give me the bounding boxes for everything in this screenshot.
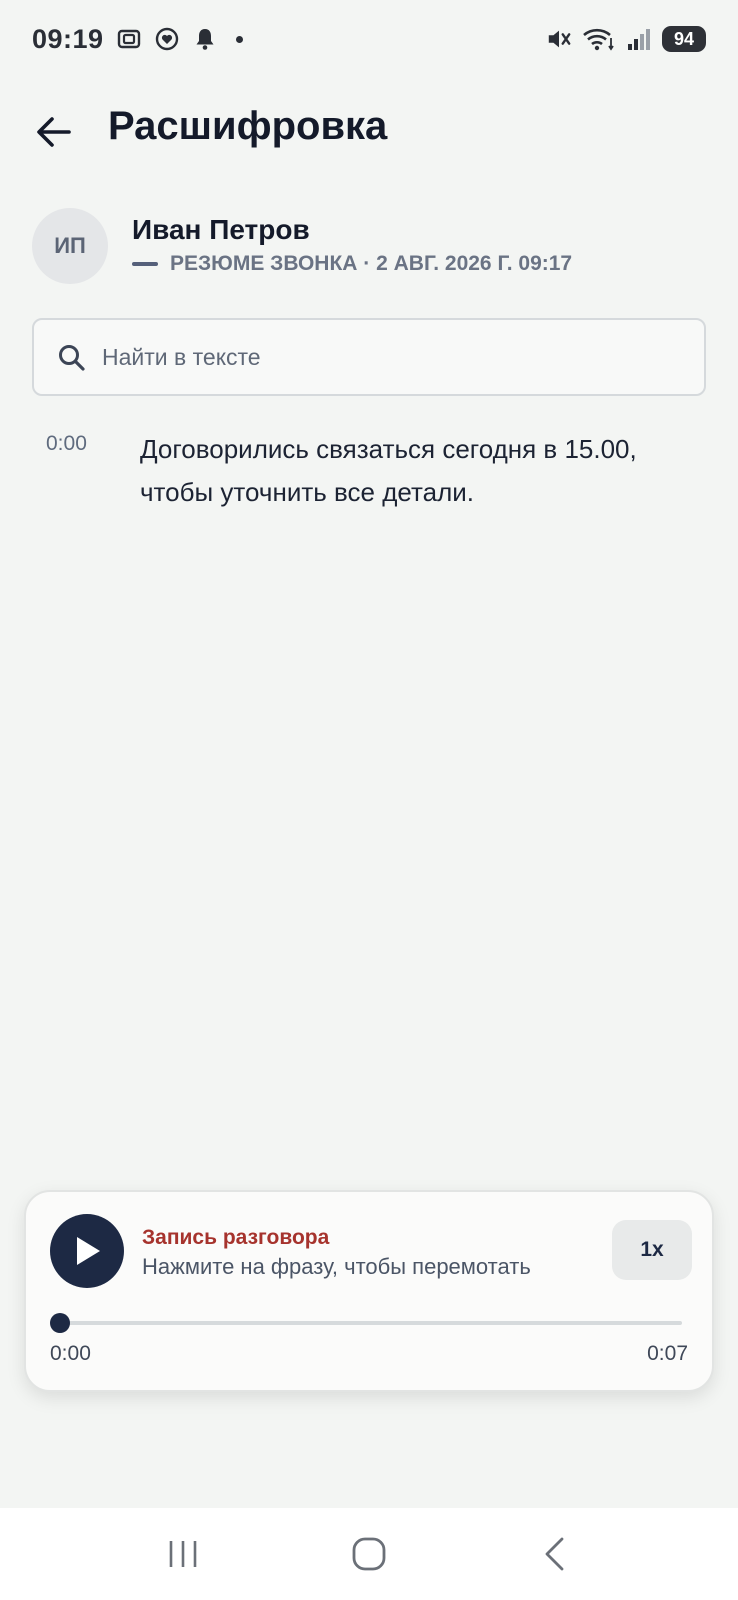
transcript-phrase[interactable]: 0:00 Договорились связаться сегодня в 15… xyxy=(0,424,738,514)
total-time: 0:07 xyxy=(647,1342,688,1365)
recent-apps-button[interactable] xyxy=(153,1524,213,1584)
health-icon xyxy=(154,26,180,52)
status-bar: 09:19 94 xyxy=(0,0,738,78)
transcript-screen: 09:19 94 Расшифровка ИП Иван Петров РЕЗЮ… xyxy=(0,0,738,1600)
app-header: Расшифровка xyxy=(0,88,738,172)
avatar: ИП xyxy=(32,208,108,284)
wifi-icon xyxy=(582,26,616,52)
arrow-left-icon xyxy=(37,117,71,147)
system-back-button[interactable] xyxy=(525,1524,585,1584)
progress-slider[interactable] xyxy=(50,1313,682,1333)
system-nav-bar xyxy=(0,1508,738,1600)
home-button[interactable] xyxy=(339,1524,399,1584)
contact-info: ИП Иван Петров РЕЗЮМЕ ЗВОНКА · 2 АВГ. 20… xyxy=(32,208,712,284)
status-left: 09:19 xyxy=(32,24,243,55)
player-title: Запись разговора xyxy=(142,1226,330,1249)
more-notifications-dot-icon xyxy=(235,35,243,43)
status-right: 94 xyxy=(546,26,706,52)
phrase-timestamp: 0:00 xyxy=(46,432,87,455)
search-box[interactable] xyxy=(32,318,706,396)
signal-icon xyxy=(626,26,652,52)
status-time: 09:19 xyxy=(32,23,104,54)
chevron-left-icon xyxy=(545,1537,564,1571)
progress-thumb[interactable] xyxy=(50,1313,70,1333)
playback-speed-button[interactable]: 1x xyxy=(612,1220,692,1280)
play-button[interactable] xyxy=(50,1214,124,1288)
player-hint: Нажмите на фразу, чтобы перемотать xyxy=(142,1254,531,1279)
transcript-list: 0:00 Договорились связаться сегодня в 15… xyxy=(0,424,738,514)
summary-dash-icon xyxy=(132,262,158,266)
play-icon xyxy=(77,1237,100,1265)
search-input[interactable] xyxy=(102,334,682,380)
current-time: 0:00 xyxy=(50,1342,91,1365)
call-meta-text: РЕЗЮМЕ ЗВОНКА · 2 АВГ. 2026 Г. 09:17 xyxy=(170,252,573,275)
search-icon xyxy=(59,345,85,371)
contact-name: Иван Петров xyxy=(132,214,310,245)
audio-player: Запись разговора Нажмите на фразу, чтобы… xyxy=(24,1190,714,1392)
phrase-text: Договорились связаться сегодня в 15.00, … xyxy=(140,434,637,507)
mute-icon xyxy=(546,26,572,52)
call-meta: РЕЗЮМЕ ЗВОНКА · 2 АВГ. 2026 Г. 09:17 xyxy=(132,252,572,276)
notification-bell-icon xyxy=(192,26,218,52)
back-button[interactable] xyxy=(28,106,80,158)
battery-level: 94 xyxy=(662,26,706,52)
screenshot-icon xyxy=(116,26,142,52)
recent-apps-icon xyxy=(169,1541,197,1567)
page-title: Расшифровка xyxy=(108,104,388,148)
home-icon xyxy=(352,1537,386,1571)
